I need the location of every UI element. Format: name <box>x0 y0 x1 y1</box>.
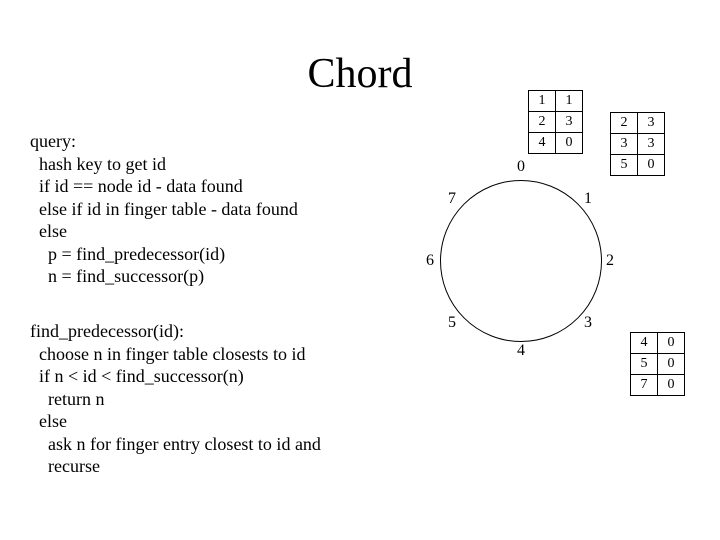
ring-node-3: 3 <box>584 314 592 332</box>
cell: 2 <box>611 113 638 134</box>
finger-table-node-3: 40 50 70 <box>630 332 685 396</box>
cell: 4 <box>529 133 556 154</box>
cell: 1 <box>529 91 556 112</box>
pseudo-query: query: hash key to get id if id == node … <box>30 130 298 288</box>
ring-node-2: 2 <box>606 252 614 270</box>
cell: 3 <box>638 113 665 134</box>
cell: 3 <box>638 134 665 155</box>
cell: 5 <box>611 155 638 176</box>
cell: 0 <box>658 375 685 396</box>
cell: 5 <box>631 354 658 375</box>
cell: 7 <box>631 375 658 396</box>
ring-node-4: 4 <box>517 342 525 360</box>
ring-node-7: 7 <box>448 190 456 208</box>
cell: 1 <box>556 91 583 112</box>
ring-node-0: 0 <box>517 158 525 176</box>
chord-ring <box>440 180 602 342</box>
cell: 0 <box>638 155 665 176</box>
cell: 3 <box>556 112 583 133</box>
cell: 0 <box>658 354 685 375</box>
cell: 0 <box>658 333 685 354</box>
cell: 2 <box>529 112 556 133</box>
cell: 4 <box>631 333 658 354</box>
ring-node-1: 1 <box>584 190 592 208</box>
cell: 3 <box>611 134 638 155</box>
pseudo-find-predecessor: find_predecessor(id): choose n in finger… <box>30 320 321 478</box>
cell: 0 <box>556 133 583 154</box>
finger-table-node-0: 11 23 40 <box>528 90 583 154</box>
page-title: Chord <box>0 50 720 98</box>
finger-table-node-1: 23 33 50 <box>610 112 665 176</box>
ring-node-5: 5 <box>448 314 456 332</box>
ring-node-6: 6 <box>426 252 434 270</box>
